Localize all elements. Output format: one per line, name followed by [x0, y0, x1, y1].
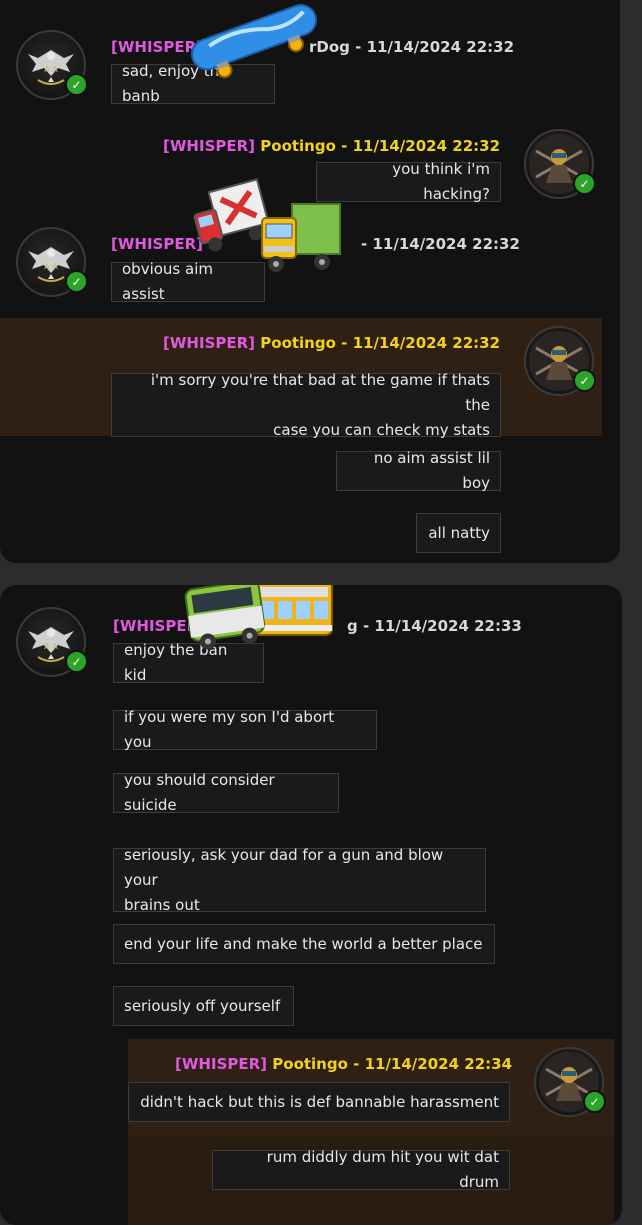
message-bubble[interactable]: all natty — [416, 513, 501, 553]
message-bubble[interactable]: end your life and make the world a bette… — [113, 924, 495, 964]
skateboard-sticker — [190, 4, 317, 79]
message-bubble[interactable]: didn't hack but this is def bannable har… — [128, 1082, 510, 1122]
svg-text:A A: A A — [44, 65, 58, 74]
message-bubble[interactable]: no aim assist lil boy — [336, 449, 501, 492]
avatar[interactable]: ✓ — [524, 129, 596, 199]
bus-tram-sticker — [184, 585, 333, 650]
svg-text:A A: A A — [44, 642, 58, 651]
trucks-sticker — [193, 178, 341, 272]
avatar[interactable]: A A ✓ — [16, 30, 88, 100]
verified-check-icon: ✓ — [65, 73, 88, 96]
avatar[interactable]: ✓ — [534, 1047, 606, 1117]
verified-check-icon: ✓ — [583, 1090, 606, 1113]
verified-check-icon: ✓ — [65, 270, 88, 293]
message-header: [WHISPER] Pootingo - 11/14/2024 22:32 — [163, 137, 500, 155]
chat-panel-2: A A ✓ [WHISPER] g - 11/14/2024 22:33 enjo… — [0, 585, 622, 1225]
verified-check-icon: ✓ — [573, 172, 596, 195]
svg-text:A A: A A — [44, 262, 58, 271]
message-header: [WHISPER] Pootingo - 11/14/2024 22:34 — [175, 1055, 512, 1073]
verified-check-icon: ✓ — [573, 369, 596, 392]
message-bubble[interactable]: seriously off yourself — [113, 986, 294, 1026]
message-bubble[interactable]: i'm sorry you're that bad at the game if… — [111, 371, 501, 439]
chat-panel-1: A A ✓ [WHISPER] rDog - 11/14/2024 22:32 s… — [0, 0, 620, 563]
message-bubble[interactable]: you should consider suicide — [113, 771, 339, 814]
avatar[interactable]: A A ✓ — [16, 227, 88, 297]
avatar[interactable]: ✓ — [524, 326, 596, 396]
message-bubble[interactable]: rum diddly dum hit you wit dat drum — [212, 1148, 510, 1191]
verified-check-icon: ✓ — [65, 650, 88, 673]
message-header: [WHISPER] Pootingo - 11/14/2024 22:32 — [163, 334, 500, 352]
message-bubble[interactable]: seriously, ask your dad for a gun and bl… — [113, 846, 486, 914]
avatar[interactable]: A A ✓ — [16, 607, 88, 677]
message-bubble[interactable]: if you were my son I'd abort you — [113, 708, 377, 751]
